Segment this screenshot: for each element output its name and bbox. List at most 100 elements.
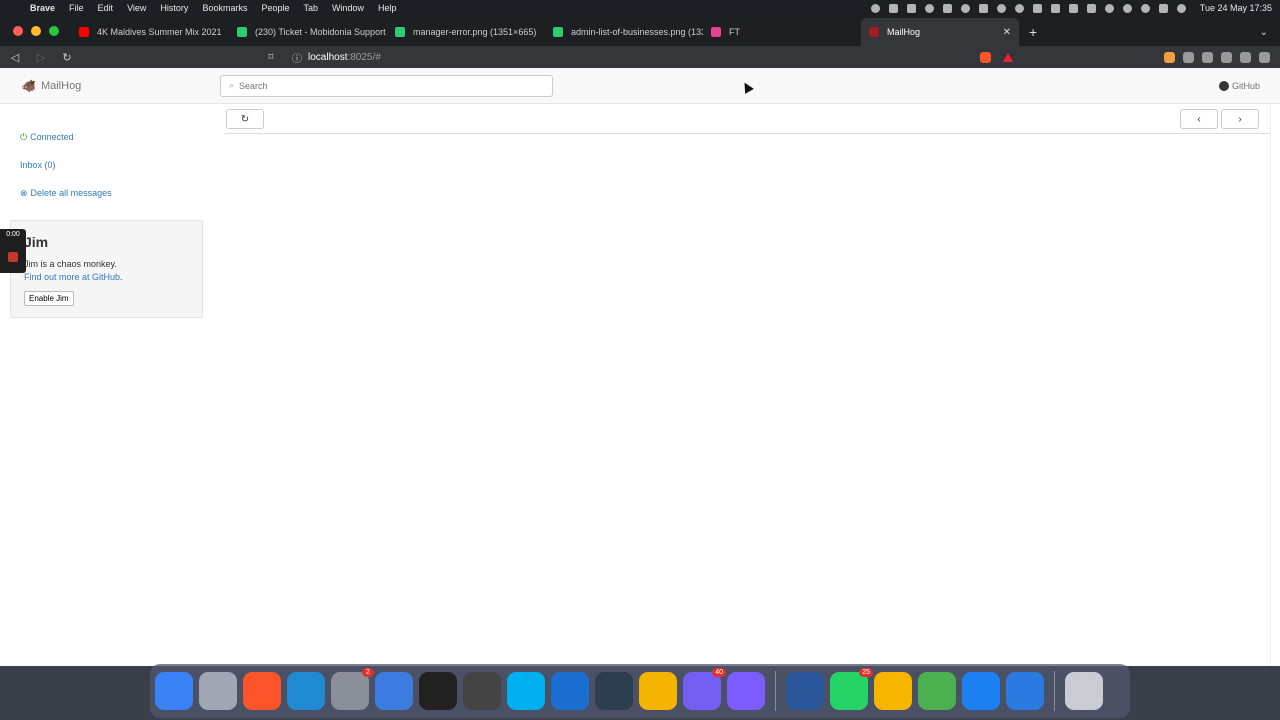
address-bar[interactable]: ⓘ localhost:8025/# (284, 48, 974, 66)
menu-edit[interactable]: Edit (98, 3, 114, 13)
jim-panel: Jim Jim is a chaos monkey. Find out more… (10, 220, 203, 318)
wifi-icon[interactable] (1140, 3, 1150, 13)
settings-gear-icon[interactable] (727, 672, 765, 710)
browser-toolbar: ◁ ▷ ↻ ⌑ ⓘ localhost:8025/# (0, 46, 1280, 68)
word-icon[interactable] (786, 672, 824, 710)
skype-icon[interactable] (507, 672, 545, 710)
status-icon[interactable] (906, 3, 916, 13)
extensions-puzzle-icon[interactable] (1202, 51, 1213, 63)
recording-time: 0:00 (6, 231, 20, 238)
menu-people[interactable]: People (261, 3, 289, 13)
page-scrollbar[interactable] (1270, 104, 1280, 666)
tableplus-icon[interactable] (639, 672, 677, 710)
close-tab-icon[interactable]: ✕ (1003, 27, 1011, 38)
browser-tab-active[interactable]: MailHog ✕ (861, 18, 1019, 46)
tab-title: FT (729, 27, 740, 37)
camera-extension-icon[interactable] (1183, 51, 1194, 63)
spark-icon[interactable] (375, 672, 413, 710)
terminal-icon[interactable] (419, 672, 457, 710)
browser-tab[interactable]: manager-error.png (1351×665) (387, 18, 545, 46)
menu-window[interactable]: Window (332, 3, 364, 13)
status-icon[interactable] (960, 3, 970, 13)
message-toolbar: ↻ ‹ › (224, 104, 1270, 134)
browser-tab[interactable]: 4K Maldives Summer Mix 2021 (71, 18, 229, 46)
status-icon[interactable] (1014, 3, 1024, 13)
browser-menu-icon[interactable] (1259, 51, 1270, 63)
brave-shields-icon[interactable] (980, 51, 991, 63)
minimize-window-button[interactable] (31, 26, 41, 36)
tab-title: 4K Maldives Summer Mix 2021 (97, 27, 222, 37)
menu-view[interactable]: View (127, 3, 146, 13)
spotlight-search-icon[interactable] (1122, 3, 1132, 13)
finder-icon[interactable] (155, 672, 193, 710)
code-editor-icon[interactable] (918, 672, 956, 710)
ticket-favicon-icon (237, 27, 247, 37)
calculator-icon[interactable] (463, 672, 501, 710)
image-favicon-icon (395, 27, 405, 37)
close-window-button[interactable] (13, 26, 23, 36)
quicktime-icon[interactable] (595, 672, 633, 710)
playlist-icon[interactable] (1221, 51, 1232, 63)
menu-history[interactable]: History (160, 3, 188, 13)
bluetooth-icon[interactable] (1086, 3, 1096, 13)
status-icon[interactable] (870, 3, 880, 13)
status-icon[interactable] (996, 3, 1006, 13)
system-preferences-icon[interactable]: 2 (331, 668, 374, 710)
mailhog-brand[interactable]: 🐗 MailHog (21, 79, 220, 93)
status-icon[interactable] (1032, 3, 1042, 13)
search-input[interactable] (239, 80, 540, 91)
menu-bookmarks[interactable]: Bookmarks (202, 3, 247, 13)
tab-search-chevron-icon[interactable]: ⌄ (1260, 18, 1280, 46)
extension-icon[interactable] (1164, 51, 1175, 63)
status-icon[interactable] (942, 3, 952, 13)
bookmark-icon[interactable]: ⌑ (264, 52, 278, 63)
control-center-icon[interactable] (1158, 3, 1168, 13)
jim-github-link[interactable]: Find out more at GitHub (24, 272, 120, 282)
menubar-clock[interactable]: Tue 24 May 17:35 (1200, 3, 1272, 13)
status-icon[interactable] (888, 3, 898, 13)
next-page-button[interactable]: › (1221, 109, 1259, 129)
browser-tab[interactable]: admin-list-of-businesses.png (133 (545, 18, 703, 46)
reload-icon[interactable]: ↻ (56, 51, 78, 64)
site-info-icon[interactable]: ⓘ (292, 50, 302, 65)
menubar-status-area: Tue 24 May 17:35 (870, 0, 1272, 16)
search-box[interactable]: ⌕ (220, 74, 553, 97)
trash-icon[interactable] (1065, 672, 1103, 710)
previous-page-button[interactable]: ‹ (1180, 109, 1218, 129)
status-icon[interactable] (978, 3, 988, 13)
sketch-icon[interactable] (874, 672, 912, 710)
onedrive-icon[interactable] (1006, 672, 1044, 710)
forward-icon[interactable]: ▷ (30, 51, 52, 64)
vscode-icon[interactable] (287, 672, 325, 710)
launchpad-icon[interactable] (199, 672, 237, 710)
refresh-button[interactable]: ↻ (226, 109, 264, 129)
jim-title: Jim (24, 234, 49, 250)
status-icon[interactable] (924, 3, 934, 13)
whatsapp-icon[interactable]: 25 (830, 668, 873, 710)
screen-recorder-widget: 0:00 (0, 229, 26, 273)
1password-icon[interactable] (551, 672, 589, 710)
github-link[interactable]: GitHub (1218, 80, 1260, 91)
browser-tab[interactable]: FT (703, 18, 861, 46)
new-tab-button[interactable]: + (1019, 18, 1047, 46)
menu-app-name[interactable]: Brave (30, 3, 55, 13)
brave-rewards-icon[interactable] (1003, 52, 1013, 62)
menu-file[interactable]: File (69, 3, 84, 13)
delete-all-messages-link[interactable]: ⊗ Delete all messages (20, 186, 112, 200)
zoom-window-button[interactable] (49, 26, 59, 36)
menu-help[interactable]: Help (378, 3, 397, 13)
wallet-icon[interactable] (1240, 51, 1251, 63)
xcode-icon[interactable] (962, 672, 1000, 710)
viber-icon[interactable]: 40 (683, 668, 726, 710)
brave-icon[interactable] (243, 672, 281, 710)
inbox-link[interactable]: Inbox (0) (20, 158, 56, 172)
volume-icon[interactable] (1050, 3, 1060, 13)
clock-status-icon[interactable] (1104, 3, 1114, 13)
menu-tab[interactable]: Tab (303, 3, 318, 13)
stop-recording-button[interactable] (8, 252, 18, 262)
siri-icon[interactable] (1176, 3, 1186, 13)
battery-icon[interactable] (1068, 3, 1078, 13)
browser-tab[interactable]: (230) Ticket - Mobidonia Support (229, 18, 387, 46)
enable-jim-button[interactable]: Enable Jim (24, 291, 74, 306)
back-icon[interactable]: ◁ (4, 51, 26, 64)
